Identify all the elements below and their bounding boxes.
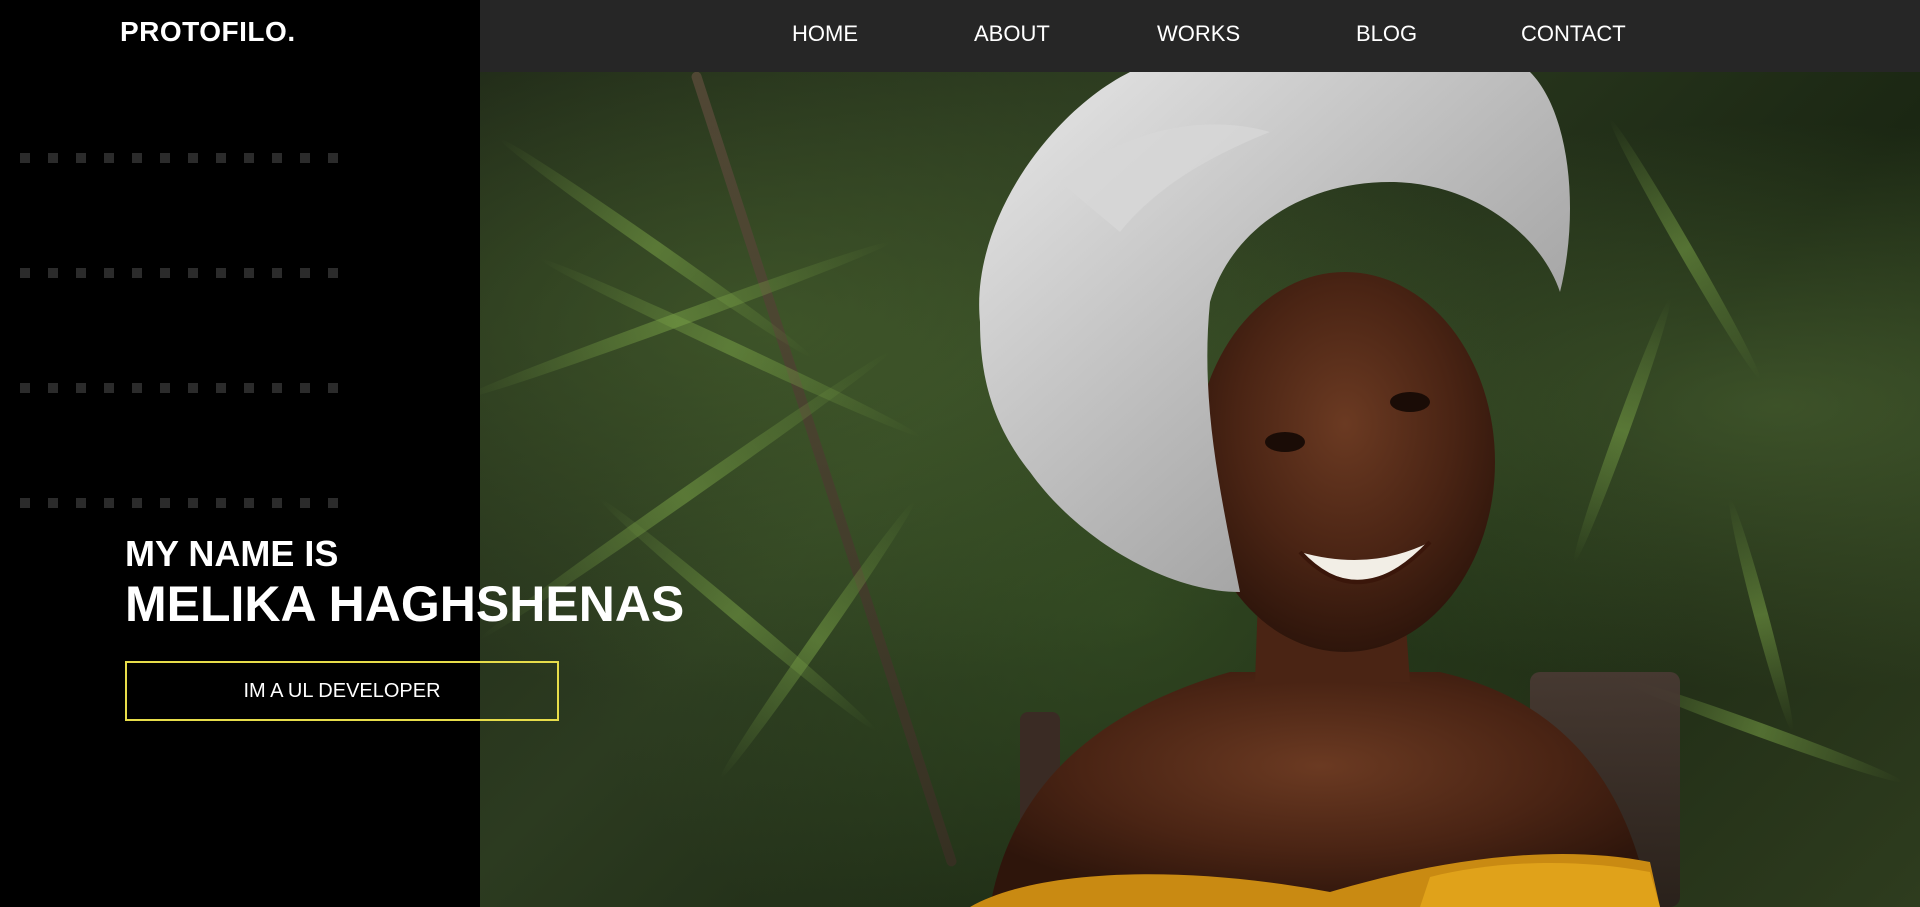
nav-about[interactable]: ABOUT xyxy=(974,20,1050,48)
dot-pattern xyxy=(20,383,338,393)
left-panel: PROTOFILO. xyxy=(0,0,480,907)
dot-pattern xyxy=(20,153,338,163)
role-button[interactable]: IM A UL DEVELOPER xyxy=(125,661,559,721)
hero-image xyxy=(480,72,1920,907)
logo[interactable]: PROTOFILO. xyxy=(120,16,296,48)
nav-works[interactable]: WORKS xyxy=(1157,20,1240,48)
main-nav: HOME ABOUT WORKS BLOG CONTACT xyxy=(480,0,1920,72)
top-nav-bar: HOME ABOUT WORKS BLOG CONTACT xyxy=(480,0,1920,72)
nav-contact[interactable]: CONTACT xyxy=(1521,20,1626,48)
hero-name: MELIKA HAGHSHENAS xyxy=(125,576,685,632)
nav-home[interactable]: HOME xyxy=(792,20,858,48)
portrait-figure xyxy=(970,72,1680,907)
dot-pattern xyxy=(20,498,338,508)
nav-blog[interactable]: BLOG xyxy=(1356,20,1417,48)
hero-intro: MY NAME IS xyxy=(125,533,339,574)
dot-pattern xyxy=(20,268,338,278)
page: PROTOFILO. HOME ABOUT WORKS BLOG CONTACT… xyxy=(0,0,1920,907)
hero-text: MY NAME IS MELIKA HAGHSHENAS xyxy=(125,532,684,632)
